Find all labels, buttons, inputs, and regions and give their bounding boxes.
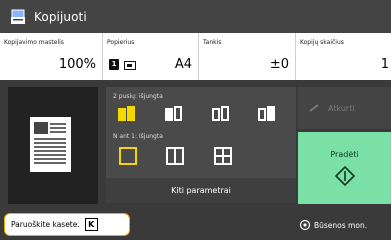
page-thumbnail <box>30 117 71 172</box>
density-value: ±0 <box>269 57 289 72</box>
message-bar[interactable]: Paruoškite kasete. K <box>4 213 130 236</box>
nup-4on1-button[interactable] <box>214 147 232 165</box>
zoom-value: 100% <box>58 57 96 72</box>
nup-off-button[interactable] <box>119 147 137 165</box>
settings-summary: Kopijavimo mastelis 100% Popierius 1 A4 … <box>0 33 391 80</box>
status-monitor-button[interactable]: Būsenos mon. <box>299 210 391 240</box>
quick-options: 2 pusių: išjungta N ant 1: Išjungta Kiti… <box>106 87 296 203</box>
key-k-icon: K <box>84 218 98 231</box>
duplex-off-button[interactable] <box>114 105 140 125</box>
page-title: Kopijuoti <box>34 9 87 24</box>
start-label: Pradėti <box>330 149 359 159</box>
density-label: Tankis <box>203 39 222 46</box>
status-monitor-label: Būsenos mon. <box>314 220 368 230</box>
duplex-2to1-button[interactable] <box>254 105 280 125</box>
start-button[interactable]: Pradėti <box>298 132 391 204</box>
zoom-label: Kopijavimo mastelis <box>4 39 64 46</box>
paper-tray-icon <box>124 61 136 70</box>
bottom-bar: Paruoškite kasete. K Būsenos mon. <box>0 210 391 240</box>
status-monitor-icon <box>299 219 311 231</box>
other-settings-button[interactable]: Kiti parametrai <box>106 178 296 203</box>
copies-label: Kopijų skaičius <box>300 39 344 46</box>
duplex-label: 2 pusių: išjungta <box>113 93 163 100</box>
document-preview <box>8 87 98 204</box>
title-bar: Kopijuoti <box>0 0 391 33</box>
paper-value: A4 <box>174 57 192 72</box>
paper-label: Popierius <box>107 39 135 46</box>
start-icon <box>334 165 355 186</box>
one-to-two-sided-icon <box>165 106 182 121</box>
message-text: Paruoškite kasete. <box>11 220 80 229</box>
reset-label: Atkurti <box>328 103 355 113</box>
zoom-setting[interactable]: Kopijavimo mastelis 100% <box>0 33 103 80</box>
density-setting[interactable]: Tankis ±0 <box>199 33 296 80</box>
one-sided-icon <box>118 106 135 121</box>
paper-setting[interactable]: Popierius 1 A4 <box>103 33 199 80</box>
duplex-2to2-button[interactable] <box>208 105 234 125</box>
reset-icon <box>309 104 319 112</box>
copies-setting[interactable]: Kopijų skaičius 1 <box>296 33 391 80</box>
duplex-1to2-button[interactable] <box>161 105 187 125</box>
two-to-one-sided-icon <box>258 106 275 121</box>
copies-value: 1 <box>380 57 389 72</box>
two-to-two-sided-icon <box>212 106 229 121</box>
nup-label: N ant 1: Išjungta <box>113 133 163 140</box>
copy-icon <box>10 9 26 25</box>
paper-drawer-badge: 1 <box>109 59 119 70</box>
nup-2on1-button[interactable] <box>166 147 184 165</box>
main-panel: 2 pusių: išjungta N ant 1: Išjungta Kiti… <box>0 80 391 210</box>
copy-screen: Kopijuoti Kopijavimo mastelis 100% Popie… <box>0 0 391 240</box>
